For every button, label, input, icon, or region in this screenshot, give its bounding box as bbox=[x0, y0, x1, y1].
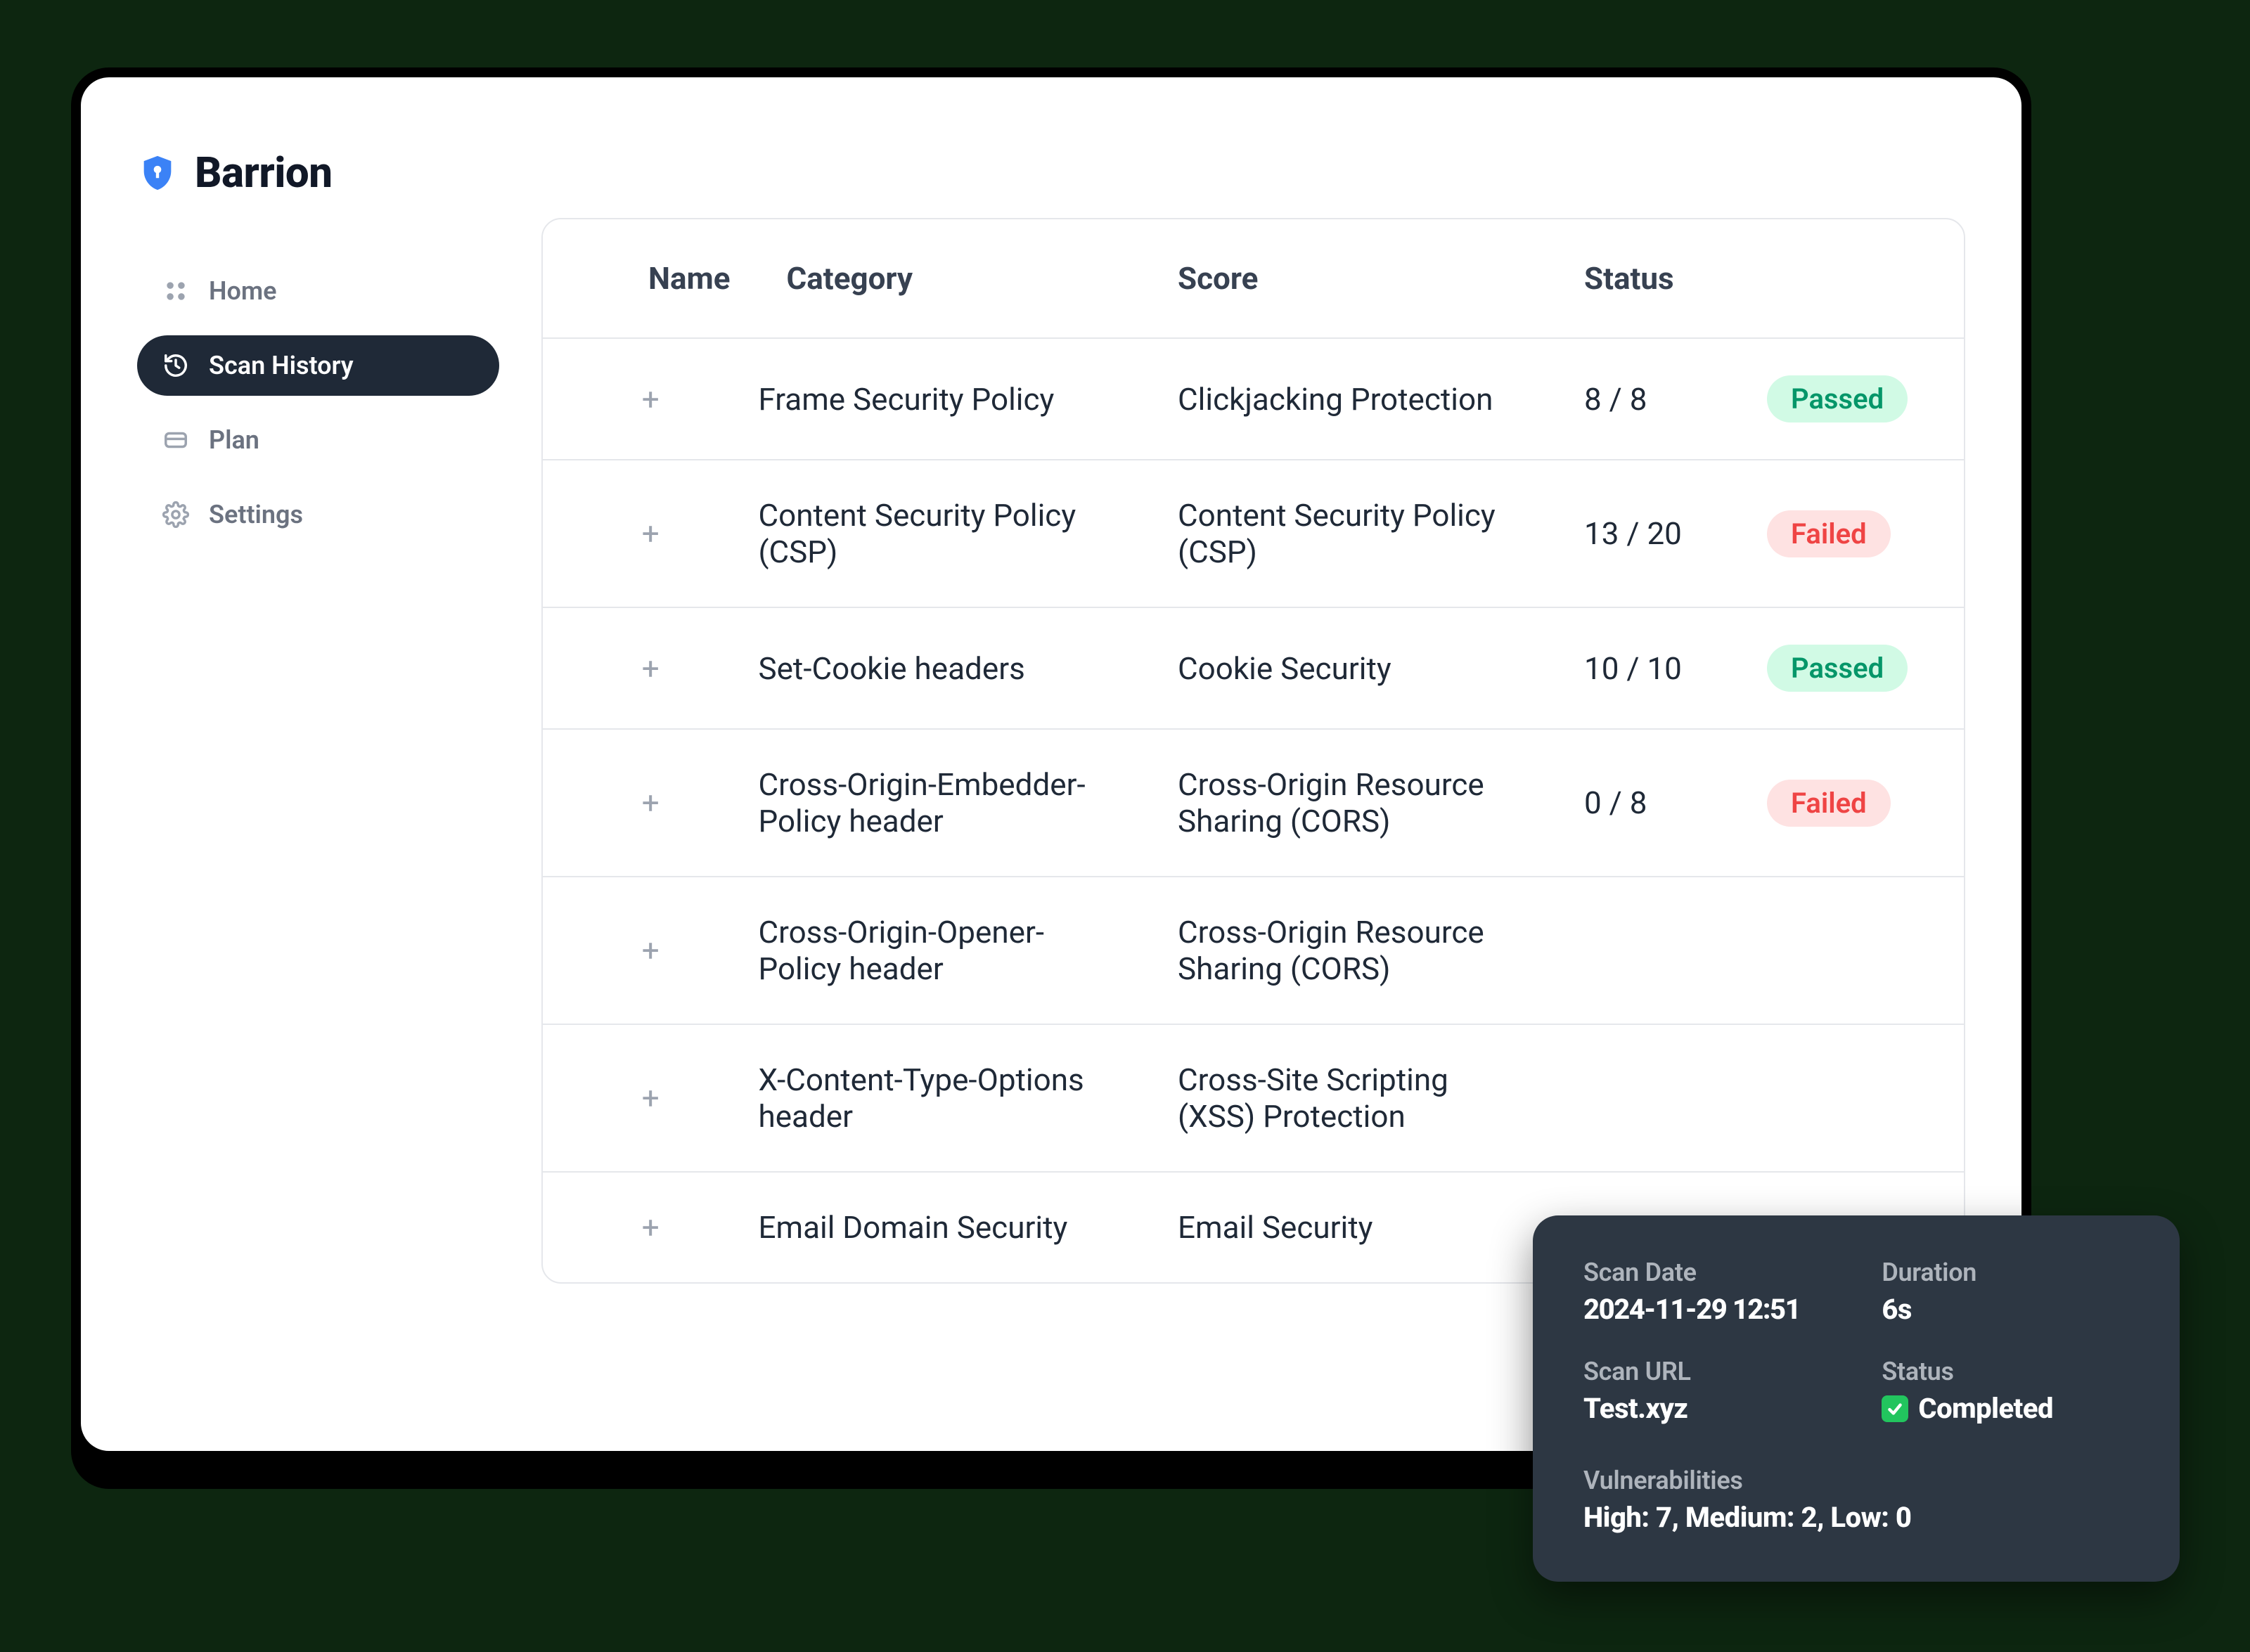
sidebar: Barrion Home Scan History bbox=[81, 77, 541, 1451]
nav-item-scan-history[interactable]: Scan History bbox=[137, 335, 499, 396]
cell-category: Cross-Origin Resource Sharing (CORS) bbox=[1150, 729, 1556, 877]
shield-icon bbox=[137, 153, 178, 193]
scan-summary-card: Scan Date 2024-11-29 12:51 Duration 6s S… bbox=[1533, 1215, 2180, 1582]
cell-category: Content Security Policy (CSP) bbox=[1150, 460, 1556, 607]
results-table-card: Name Category Score Status +Frame Securi… bbox=[541, 218, 1965, 1284]
col-header-name: Name bbox=[543, 219, 758, 338]
cell-name: Cross-Origin-Opener-Policy header bbox=[758, 877, 1150, 1024]
cell-status bbox=[1739, 877, 1964, 1024]
summary-status: Status Completed bbox=[1882, 1357, 2129, 1425]
cell-name: Set-Cookie headers bbox=[758, 607, 1150, 729]
summary-value: 2024-11-29 12:51 bbox=[1583, 1293, 1868, 1326]
summary-label: Vulnerabilities bbox=[1583, 1466, 2129, 1495]
results-table: Name Category Score Status +Frame Securi… bbox=[543, 219, 1964, 1282]
nav-item-label: Scan History bbox=[209, 351, 354, 380]
col-header-status: Status bbox=[1556, 219, 1739, 338]
history-icon bbox=[161, 351, 191, 380]
cell-status: Failed bbox=[1739, 460, 1964, 607]
table-row: +Frame Security PolicyClickjacking Prote… bbox=[543, 338, 1964, 460]
cell-name: Frame Security Policy bbox=[758, 338, 1150, 460]
table-row: +Cross-Origin-Embedder-Policy headerCros… bbox=[543, 729, 1964, 877]
cell-category: Cookie Security bbox=[1150, 607, 1556, 729]
cell-name: Email Domain Security bbox=[758, 1172, 1150, 1282]
expand-row-button[interactable]: + bbox=[543, 607, 758, 729]
status-badge: Passed bbox=[1767, 375, 1908, 422]
status-badge: Passed bbox=[1767, 645, 1908, 692]
brand: Barrion bbox=[137, 148, 499, 198]
table-row: +Cross-Origin-Opener-Policy headerCross-… bbox=[543, 877, 1964, 1024]
summary-scan-url: Scan URL Test.xyz bbox=[1583, 1357, 1868, 1425]
table-row: +Content Security Policy (CSP)Content Se… bbox=[543, 460, 1964, 607]
summary-value: Completed bbox=[1882, 1392, 2129, 1425]
cell-score: 13 / 20 bbox=[1556, 460, 1739, 607]
expand-row-button[interactable]: + bbox=[543, 729, 758, 877]
col-header-category: Category bbox=[758, 219, 1150, 338]
cell-category: Cross-Origin Resource Sharing (CORS) bbox=[1150, 877, 1556, 1024]
expand-row-button[interactable]: + bbox=[543, 1172, 758, 1282]
cell-status: Failed bbox=[1739, 729, 1964, 877]
summary-label: Scan URL bbox=[1583, 1357, 1868, 1386]
summary-duration: Duration 6s bbox=[1882, 1258, 2129, 1326]
expand-row-button[interactable]: + bbox=[543, 1024, 758, 1172]
nav-item-plan[interactable]: Plan bbox=[137, 410, 499, 470]
cell-category: Cross-Site Scripting (XSS) Protection bbox=[1150, 1024, 1556, 1172]
cell-score: 0 / 8 bbox=[1556, 729, 1739, 877]
summary-value: High: 7, Medium: 2, Low: 0 bbox=[1583, 1501, 2129, 1534]
cell-score bbox=[1556, 1024, 1739, 1172]
summary-label: Status bbox=[1882, 1357, 2129, 1386]
cell-status: Passed bbox=[1739, 607, 1964, 729]
expand-row-button[interactable]: + bbox=[543, 460, 758, 607]
summary-status-text: Completed bbox=[1918, 1392, 2053, 1425]
summary-label: Scan Date bbox=[1583, 1258, 1868, 1287]
nav-item-settings[interactable]: Settings bbox=[137, 484, 499, 545]
nav-item-label: Settings bbox=[209, 500, 303, 529]
cell-name: X-Content-Type-Options header bbox=[758, 1024, 1150, 1172]
expand-row-button[interactable]: + bbox=[543, 338, 758, 460]
expand-row-button[interactable]: + bbox=[543, 877, 758, 1024]
cell-name: Cross-Origin-Embedder-Policy header bbox=[758, 729, 1150, 877]
brand-name: Barrion bbox=[195, 148, 332, 198]
card-icon bbox=[161, 425, 191, 455]
cell-status bbox=[1739, 1024, 1964, 1172]
gear-icon bbox=[161, 500, 191, 529]
cell-score: 8 / 8 bbox=[1556, 338, 1739, 460]
nav: Home Scan History Plan bbox=[137, 261, 499, 545]
table-row: +Set-Cookie headersCookie Security10 / 1… bbox=[543, 607, 1964, 729]
cell-category: Email Security bbox=[1150, 1172, 1556, 1282]
summary-value: 6s bbox=[1882, 1293, 2129, 1326]
summary-vulnerabilities: Vulnerabilities High: 7, Medium: 2, Low:… bbox=[1583, 1466, 2129, 1534]
nav-item-home[interactable]: Home bbox=[137, 261, 499, 321]
grid-icon bbox=[161, 276, 191, 306]
cell-status: Passed bbox=[1739, 338, 1964, 460]
table-row: +X-Content-Type-Options headerCross-Site… bbox=[543, 1024, 1964, 1172]
col-header-score: Score bbox=[1150, 219, 1556, 338]
check-icon bbox=[1882, 1395, 1908, 1422]
summary-value: Test.xyz bbox=[1583, 1392, 1868, 1425]
status-badge: Failed bbox=[1767, 780, 1891, 827]
summary-label: Duration bbox=[1882, 1258, 2129, 1287]
summary-scan-date: Scan Date 2024-11-29 12:51 bbox=[1583, 1258, 1868, 1326]
cell-category: Clickjacking Protection bbox=[1150, 338, 1556, 460]
cell-score bbox=[1556, 877, 1739, 1024]
nav-item-label: Home bbox=[209, 276, 277, 306]
status-badge: Failed bbox=[1767, 510, 1891, 557]
cell-name: Content Security Policy (CSP) bbox=[758, 460, 1150, 607]
cell-score: 10 / 10 bbox=[1556, 607, 1739, 729]
nav-item-label: Plan bbox=[209, 425, 259, 455]
